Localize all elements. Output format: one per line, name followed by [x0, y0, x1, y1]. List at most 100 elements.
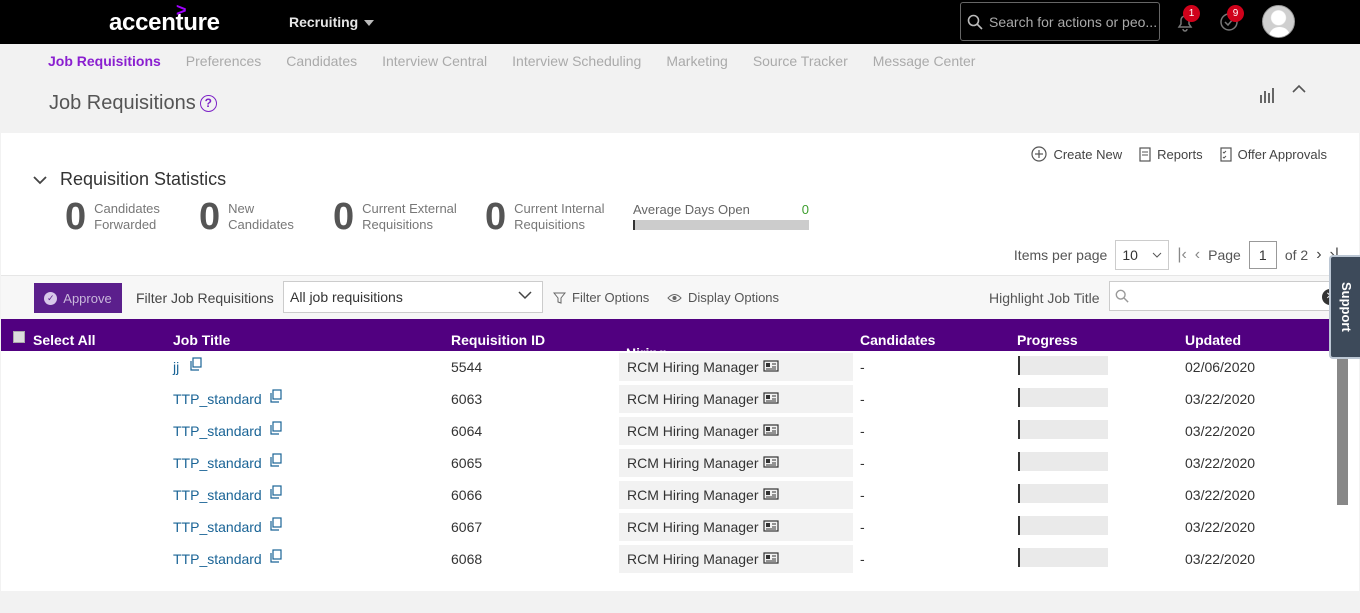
- contact-card-icon[interactable]: [763, 391, 780, 407]
- candidates-count: -: [860, 423, 865, 439]
- col-job-title[interactable]: Job Title: [173, 332, 230, 348]
- global-search[interactable]: [960, 2, 1160, 41]
- stat-value: 0: [199, 196, 221, 238]
- reports-button[interactable]: Reports: [1139, 146, 1203, 162]
- contact-card-icon[interactable]: [763, 455, 780, 471]
- check-icon: ✓: [44, 291, 58, 305]
- chevron-up-icon[interactable]: [1291, 83, 1307, 95]
- col-requisition-id[interactable]: Requisition ID: [451, 332, 545, 348]
- page-label: Page: [1208, 247, 1241, 263]
- copy-icon[interactable]: [269, 389, 283, 403]
- contact-card-icon[interactable]: [763, 359, 780, 375]
- avg-days-value: 0: [801, 202, 809, 217]
- job-title-link[interactable]: TTP_standard: [173, 519, 262, 535]
- copy-icon[interactable]: [269, 453, 283, 467]
- progress-bar: [1018, 452, 1108, 471]
- stat-label: Current Internal Requisitions: [514, 201, 605, 232]
- stat-current-internal[interactable]: 0 Current Internal Requisitions: [485, 198, 604, 236]
- contact-card-icon[interactable]: [763, 487, 780, 503]
- tab-source-tracker[interactable]: Source Tracker: [753, 53, 848, 69]
- checklist-icon: [1220, 146, 1232, 162]
- copy-icon[interactable]: [269, 421, 283, 435]
- copy-icon[interactable]: [269, 549, 283, 563]
- hiring-manager-cell[interactable]: RCM Hiring Manager: [619, 353, 853, 381]
- updated-date: 03/22/2020: [1185, 423, 1256, 439]
- module-switcher[interactable]: Recruiting: [289, 14, 375, 30]
- help-icon[interactable]: ?: [199, 95, 217, 112]
- col-select-all[interactable]: Select All: [33, 332, 96, 348]
- tab-interview-central[interactable]: Interview Central: [382, 53, 487, 69]
- col-progress[interactable]: Progress: [1017, 332, 1078, 348]
- requisition-id: 5544: [451, 359, 483, 375]
- approve-button[interactable]: ✓ Approve: [34, 283, 122, 313]
- highlight-job-title-input[interactable]: ✕: [1109, 281, 1341, 311]
- page-number-input[interactable]: 1: [1248, 241, 1277, 269]
- tab-interview-scheduling[interactable]: Interview Scheduling: [512, 53, 641, 69]
- hiring-manager-name: RCM Hiring Manager: [627, 391, 759, 407]
- progress-bar: [1018, 356, 1108, 375]
- hiring-manager-name: RCM Hiring Manager: [627, 487, 759, 503]
- hiring-manager-name: RCM Hiring Manager: [627, 423, 759, 439]
- tab-marketing[interactable]: Marketing: [666, 53, 727, 69]
- copy-icon[interactable]: [189, 357, 203, 371]
- scrollbar-thumb[interactable]: [1337, 345, 1348, 505]
- job-title-link[interactable]: jj: [173, 359, 179, 375]
- display-options-button[interactable]: Display Options: [667, 290, 779, 305]
- hiring-manager-cell[interactable]: RCM Hiring Manager: [619, 449, 853, 477]
- job-title-link[interactable]: TTP_standard: [173, 487, 262, 503]
- stat-value: 0: [65, 196, 87, 238]
- copy-icon[interactable]: [269, 485, 283, 499]
- contact-card-icon[interactable]: [763, 519, 780, 535]
- hiring-manager-cell[interactable]: RCM Hiring Manager: [619, 417, 853, 445]
- tab-job-requisitions[interactable]: Job Requisitions: [48, 53, 161, 69]
- candidates-count: -: [860, 487, 865, 503]
- table-row[interactable]: TTP_standard 6064 RCM Hiring Manager - 03/22…: [1, 415, 1336, 447]
- job-title-link[interactable]: TTP_standard: [173, 455, 262, 471]
- stat-current-external[interactable]: 0 Current External Requisitions: [333, 198, 457, 236]
- col-candidates[interactable]: Candidates: [860, 332, 935, 348]
- accenture-logo[interactable]: accenture: [109, 9, 220, 37]
- tab-message-center[interactable]: Message Center: [873, 53, 976, 69]
- hiring-manager-cell[interactable]: RCM Hiring Manager: [619, 545, 853, 573]
- col-updated[interactable]: Updated: [1185, 332, 1241, 348]
- offer-approvals-button[interactable]: Offer Approvals: [1220, 146, 1327, 162]
- bar-chart-icon[interactable]: [1259, 87, 1277, 103]
- hiring-manager-cell[interactable]: RCM Hiring Manager: [619, 385, 853, 413]
- updated-date: 03/22/2020: [1185, 487, 1256, 503]
- filter-options-button[interactable]: Filter Options: [553, 290, 649, 305]
- select-all-checkbox[interactable]: [13, 331, 25, 343]
- table-row[interactable]: TTP_standard 6065 RCM Hiring Manager - 03/22…: [1, 447, 1336, 479]
- table-row[interactable]: TTP_standard 6067 RCM Hiring Manager - 03/22…: [1, 511, 1336, 543]
- table-row[interactable]: jj 5544 RCM Hiring Manager - 02/06/2020: [1, 351, 1336, 383]
- support-tab[interactable]: Support: [1329, 255, 1360, 359]
- table-row[interactable]: TTP_standard 6063 RCM Hiring Manager - 03/22…: [1, 383, 1336, 415]
- hiring-manager-cell[interactable]: RCM Hiring Manager: [619, 513, 853, 541]
- stats-toggle[interactable]: Requisition Statistics: [32, 169, 226, 190]
- page-title: Job Requisitions: [49, 92, 196, 114]
- create-new-button[interactable]: Create New: [1031, 146, 1122, 162]
- contact-card-icon[interactable]: [763, 423, 780, 439]
- tab-preferences[interactable]: Preferences: [186, 53, 261, 69]
- stat-candidates-forwarded[interactable]: 0 Candidates Forwarded: [65, 198, 160, 236]
- top-bar: accenture > Recruiting 1 9: [0, 0, 1360, 44]
- first-page-icon[interactable]: |‹: [1177, 246, 1186, 264]
- job-title-link[interactable]: TTP_standard: [173, 551, 262, 567]
- job-title-link[interactable]: TTP_standard: [173, 423, 262, 439]
- avatar[interactable]: [1262, 5, 1295, 38]
- items-per-page-select[interactable]: 10: [1115, 240, 1170, 270]
- contact-card-icon[interactable]: [763, 551, 780, 567]
- tab-candidates[interactable]: Candidates: [286, 53, 357, 69]
- job-title-link[interactable]: TTP_standard: [173, 391, 262, 407]
- prev-page-icon[interactable]: ‹: [1195, 246, 1200, 264]
- notifications-button[interactable]: 1: [1175, 5, 1200, 34]
- table-row[interactable]: TTP_standard 6066 RCM Hiring Manager - 03/22…: [1, 479, 1336, 511]
- global-search-input[interactable]: [989, 13, 1159, 30]
- table-row[interactable]: TTP_standard 6068 RCM Hiring Manager - 03/22…: [1, 543, 1336, 575]
- create-new-label: Create New: [1053, 146, 1123, 162]
- approvals-button[interactable]: 9: [1219, 5, 1244, 34]
- next-page-icon[interactable]: ›: [1316, 246, 1321, 264]
- stat-new-candidates[interactable]: 0 New Candidates: [199, 198, 294, 236]
- hiring-manager-cell[interactable]: RCM Hiring Manager: [619, 481, 853, 509]
- filter-select[interactable]: All job requisitions: [283, 281, 543, 313]
- copy-icon[interactable]: [269, 517, 283, 531]
